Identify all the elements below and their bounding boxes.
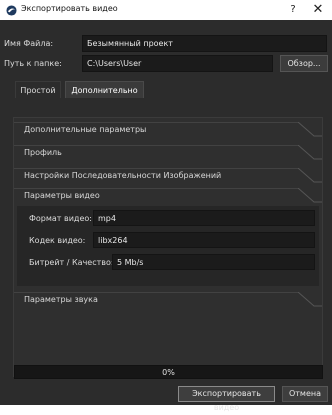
video-format-label: Формат видео: — [29, 214, 92, 223]
video-codec-label: Кодек видео: — [29, 236, 86, 245]
dialog-body: Имя Файла: Безымянный проект Путь к папк… — [0, 20, 332, 412]
section-profile-label: Профиль — [24, 148, 62, 157]
section-audio-params-label: Параметры звука — [24, 295, 98, 304]
video-params-body: Формат видео: mp4 Кодек видео: libx264 Б… — [17, 206, 319, 286]
section-advanced-params[interactable]: Дополнительные параметры — [14, 122, 322, 139]
app-logo-icon — [6, 5, 17, 16]
section-image-sequence[interactable]: Настройки Последовательности Изображений — [14, 168, 322, 185]
close-button[interactable]: ✕ — [310, 2, 326, 18]
tab-simple[interactable]: Простой — [15, 81, 61, 98]
window-title: Экспортировать видео — [21, 4, 118, 13]
help-button[interactable]: ? — [286, 2, 300, 18]
section-image-sequence-label: Настройки Последовательности Изображений — [24, 171, 222, 180]
advanced-tab-panel: Дополнительные параметры Профиль Настрой… — [13, 117, 323, 377]
video-codec-input[interactable]: libx264 — [93, 232, 315, 248]
video-format-input[interactable]: mp4 — [93, 210, 315, 226]
browse-button[interactable]: Обзор... — [280, 55, 328, 72]
section-audio-params[interactable]: Параметры звука — [14, 292, 322, 309]
section-profile[interactable]: Профиль — [14, 145, 322, 162]
section-video-params[interactable]: Параметры видео — [14, 188, 322, 205]
filename-input[interactable]: Безымянный проект — [82, 35, 327, 52]
export-video-button[interactable]: Экспортировать видео — [178, 386, 275, 412]
filename-label: Имя Файла: — [4, 39, 54, 48]
window-titlebar: Экспортировать видео ? ✕ — [0, 0, 332, 20]
bitrate-label: Битрейт / Качество: — [29, 258, 114, 267]
folder-label: Путь к папке: — [4, 59, 62, 68]
tab-advanced[interactable]: Дополнительно — [65, 81, 144, 98]
bitrate-input[interactable]: 5 Mb/s — [112, 254, 315, 270]
section-video-params-label: Параметры видео — [24, 191, 100, 200]
export-progress-bar: 0% — [14, 365, 323, 379]
cancel-button[interactable]: Отмена — [282, 386, 328, 402]
folder-input[interactable]: C:\Users\User — [82, 55, 273, 72]
section-advanced-params-label: Дополнительные параметры — [24, 125, 147, 134]
